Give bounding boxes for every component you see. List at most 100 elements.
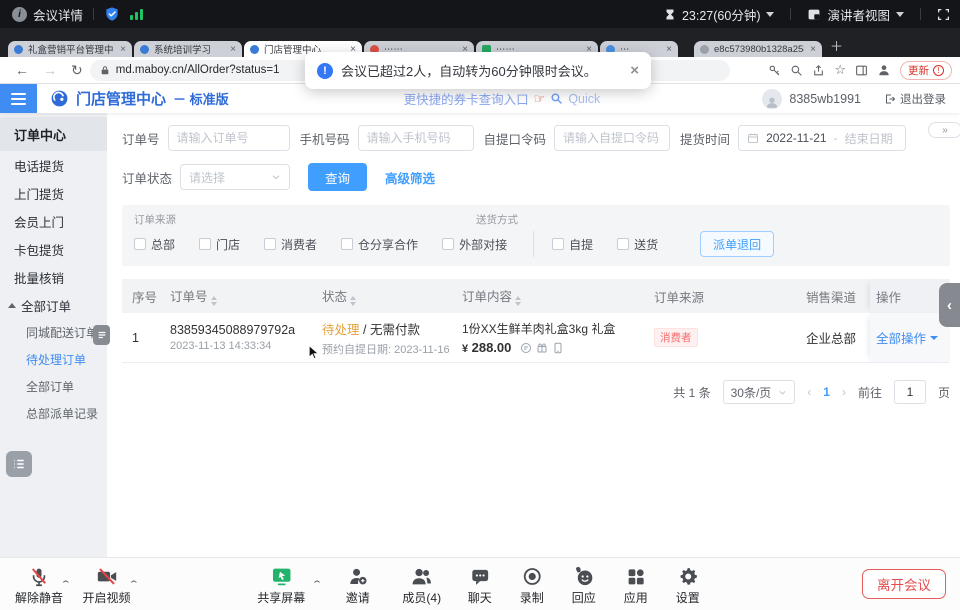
- sidebar-item-door-pickup[interactable]: 上门提货: [0, 179, 107, 207]
- promo-entry[interactable]: 更快捷的券卡查询入口 ☞ Quick: [404, 89, 601, 108]
- username[interactable]: 8385wb1991: [789, 92, 861, 106]
- new-tab-button[interactable]: ＋: [830, 36, 843, 55]
- tab-favicon: [14, 45, 23, 54]
- all-actions-dropdown[interactable]: 全部操作: [876, 328, 938, 347]
- view-dropdown-caret[interactable]: [896, 12, 904, 17]
- dispatch-return-button[interactable]: 派单退回: [700, 231, 774, 257]
- timer-dropdown-caret[interactable]: [766, 12, 774, 17]
- checkbox[interactable]: [442, 238, 454, 250]
- record-icon: [522, 564, 542, 587]
- date-separator: -: [834, 131, 838, 145]
- record-button[interactable]: 录制: [509, 564, 555, 606]
- sidebar-sub-hq-dispatch-log[interactable]: 总部派单记录: [0, 400, 107, 427]
- checkbox[interactable]: [552, 238, 564, 250]
- page-size-select[interactable]: 30条/页: [723, 380, 796, 404]
- col-content[interactable]: 订单内容: [456, 286, 648, 306]
- share-icon[interactable]: [812, 64, 825, 77]
- checkbox-delivery-selfpickup[interactable]: 自提: [552, 236, 593, 253]
- fullscreen-icon[interactable]: [937, 8, 950, 21]
- leave-meeting-button[interactable]: 离开会议: [862, 569, 946, 599]
- browser-tab[interactable]: 系统培训学习 ×: [134, 41, 242, 57]
- sidebar-toggle-handle[interactable]: [93, 325, 110, 345]
- current-page[interactable]: 1: [823, 385, 830, 399]
- tab-close-icon[interactable]: ×: [230, 44, 236, 55]
- date-range-picker[interactable]: 2022-11-21 - 结束日期: [738, 125, 906, 151]
- toast-close-icon[interactable]: ×: [630, 62, 639, 79]
- reload-icon[interactable]: ↻: [71, 62, 83, 79]
- checkbox[interactable]: [199, 238, 211, 250]
- floating-list-button[interactable]: [6, 451, 32, 477]
- network-signal-icon[interactable]: [130, 9, 143, 20]
- view-mode-label[interactable]: 演讲者视图: [827, 5, 890, 24]
- video-options-caret[interactable]: ⌃: [127, 579, 139, 590]
- key-icon[interactable]: [768, 64, 781, 77]
- tab-close-icon[interactable]: ×: [666, 44, 672, 55]
- checkbox-source-external[interactable]: 外部对接: [442, 236, 507, 253]
- browser-tab[interactable]: 礼盒营销平台管理中心 ×: [8, 41, 132, 57]
- right-panel-handle[interactable]: ‹: [939, 283, 960, 327]
- mic-options-caret[interactable]: ⌃: [60, 579, 72, 590]
- checkbox[interactable]: [264, 238, 276, 250]
- bookmark-star-icon[interactable]: ☆: [834, 62, 846, 78]
- forward-icon[interactable]: →: [43, 62, 57, 78]
- menu-hamburger-button[interactable]: [0, 84, 37, 113]
- back-icon[interactable]: ←: [15, 62, 29, 78]
- col-status[interactable]: 状态: [316, 286, 456, 306]
- checkbox[interactable]: [617, 238, 629, 250]
- checkbox[interactable]: [134, 238, 146, 250]
- date-start-value[interactable]: 2022-11-21: [766, 131, 827, 145]
- next-page-button[interactable]: ›: [842, 385, 846, 399]
- checkbox-source-consumer[interactable]: 消费者: [264, 236, 317, 253]
- browser-tab[interactable]: e8c573980b1328a258fd2e6... ×: [694, 41, 822, 57]
- sidebar-group-all-orders[interactable]: 全部订单: [0, 291, 107, 319]
- table-row[interactable]: 1 83859345088979792a 2023-11-13 14:33:34…: [122, 313, 950, 363]
- profile-avatar-icon[interactable]: [877, 63, 891, 77]
- checkbox-source-hq[interactable]: 总部: [134, 236, 175, 253]
- pickup-code-input[interactable]: [554, 125, 670, 151]
- sidebar-sub-pending-orders[interactable]: 待处理订单: [0, 346, 107, 373]
- meeting-info-icon[interactable]: i: [12, 7, 27, 22]
- settings-button[interactable]: 设置: [665, 564, 711, 606]
- checkbox-source-share-coop[interactable]: 仓分享合作: [341, 236, 418, 253]
- sidebar-sub-all-orders[interactable]: 全部订单: [0, 373, 107, 400]
- invite-button[interactable]: 邀请: [329, 564, 387, 606]
- browser-update-button[interactable]: 更新 !: [900, 61, 952, 80]
- members-button[interactable]: 成员(4): [393, 564, 451, 606]
- sidebar-item-card-pickup[interactable]: 卡包提货: [0, 235, 107, 263]
- order-status-select[interactable]: 请选择: [180, 164, 290, 190]
- col-order-no[interactable]: 订单号: [164, 286, 316, 306]
- meeting-details-label[interactable]: 会议详情: [33, 5, 83, 24]
- reactions-button[interactable]: 回应: [561, 564, 607, 606]
- advanced-filter-link[interactable]: 高级筛选: [385, 168, 435, 187]
- total-count: 共 1 条: [673, 384, 710, 401]
- security-shield-icon[interactable]: [104, 6, 120, 22]
- tab-close-icon[interactable]: ×: [810, 44, 816, 55]
- promo-link[interactable]: 更快捷的券卡查询入口: [404, 89, 529, 108]
- quick-search-icon[interactable]: [550, 92, 563, 105]
- order-no-input[interactable]: [168, 125, 290, 151]
- checkbox-delivery-deliver[interactable]: 送货: [617, 236, 658, 253]
- sidebar-item-phone-pickup[interactable]: 电话提货: [0, 151, 107, 179]
- side-panel-icon[interactable]: [855, 64, 868, 77]
- date-end-placeholder[interactable]: 结束日期: [845, 130, 893, 147]
- goto-page-input[interactable]: [894, 380, 926, 404]
- user-avatar[interactable]: [762, 89, 782, 109]
- logout-button[interactable]: 退出登录: [884, 91, 946, 107]
- share-options-caret[interactable]: ⌃: [311, 579, 323, 590]
- quick-label[interactable]: Quick: [568, 92, 600, 106]
- tab-close-icon[interactable]: ×: [120, 44, 126, 55]
- share-screen-button[interactable]: 共享屏幕: [249, 564, 313, 606]
- col-channel: 销售渠道: [800, 287, 870, 306]
- chat-button[interactable]: 聊天: [457, 564, 503, 606]
- query-button[interactable]: 查询: [308, 163, 367, 191]
- apps-button[interactable]: 应用: [613, 564, 659, 606]
- sidebar-item-batch-verify[interactable]: 批量核销: [0, 263, 107, 291]
- sidebar-item-member-visit[interactable]: 会员上门: [0, 207, 107, 235]
- phone-input[interactable]: [358, 125, 474, 151]
- sidebar-sub-city-delivery[interactable]: 同城配送订单: [0, 319, 107, 346]
- collapse-panel-button[interactable]: »: [928, 122, 960, 138]
- prev-page-button[interactable]: ‹: [807, 385, 811, 399]
- checkbox[interactable]: [341, 238, 353, 250]
- checkbox-source-store[interactable]: 门店: [199, 236, 240, 253]
- zoom-icon[interactable]: [790, 64, 803, 77]
